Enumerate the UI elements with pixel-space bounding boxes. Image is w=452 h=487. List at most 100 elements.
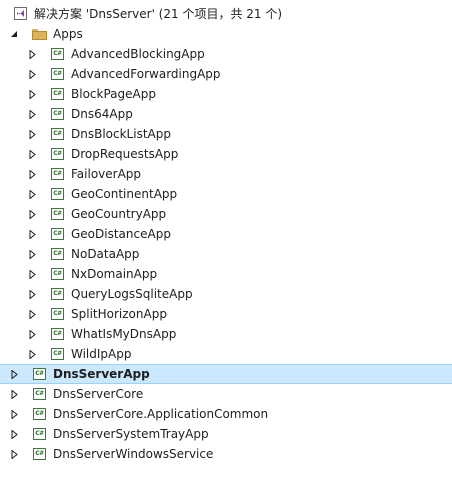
project-node-advancedforwardingapp[interactable]: C# AdvancedForwardingApp xyxy=(0,64,452,84)
csharp-project-icon: C# xyxy=(32,386,48,402)
csharp-icon-text: C# xyxy=(51,328,64,340)
csharp-project-icon: C# xyxy=(50,346,66,362)
csharp-icon-text: C# xyxy=(51,108,64,120)
project-label: GeoDistanceApp xyxy=(71,227,171,241)
project-node-dnsservercore-applicationcommon[interactable]: C# DnsServerCore.ApplicationCommon xyxy=(0,404,452,424)
apps-list: C# AdvancedBlockingApp C# AdvancedForwar… xyxy=(0,44,452,364)
collapsed-chevron-icon[interactable] xyxy=(8,444,20,464)
project-node-advancedblockingapp[interactable]: C# AdvancedBlockingApp xyxy=(0,44,452,64)
project-label: DnsServerWindowsService xyxy=(53,447,214,461)
expanded-chevron-icon[interactable] xyxy=(8,24,20,44)
csharp-icon-text: C# xyxy=(33,408,46,420)
project-label: GeoContinentApp xyxy=(71,187,178,201)
csharp-icon-text: C# xyxy=(33,368,46,380)
collapsed-chevron-icon[interactable] xyxy=(26,164,38,184)
project-node-wildipapp[interactable]: C# WildIpApp xyxy=(0,344,452,364)
collapsed-chevron-icon[interactable] xyxy=(26,104,38,124)
project-node-droprequestsapp[interactable]: C# DropRequestsApp xyxy=(0,144,452,164)
collapsed-chevron-icon[interactable] xyxy=(26,64,38,84)
project-node-dnsserversystemtrayapp[interactable]: C# DnsServerSystemTrayApp xyxy=(0,424,452,444)
csharp-project-icon: C# xyxy=(32,366,48,382)
csharp-icon-text: C# xyxy=(51,208,64,220)
project-label: WhatIsMyDnsApp xyxy=(71,327,177,341)
collapsed-chevron-icon[interactable] xyxy=(26,124,38,144)
collapsed-chevron-icon[interactable] xyxy=(8,404,20,424)
project-label: BlockPageApp xyxy=(71,87,156,101)
collapsed-chevron-icon[interactable] xyxy=(26,244,38,264)
csharp-project-icon: C# xyxy=(50,46,66,62)
csharp-project-icon: C# xyxy=(50,66,66,82)
folder-label: Apps xyxy=(53,27,83,41)
project-node-nodataapp[interactable]: C# NoDataApp xyxy=(0,244,452,264)
csharp-project-icon: C# xyxy=(50,126,66,142)
project-node-blockpageapp[interactable]: C# BlockPageApp xyxy=(0,84,452,104)
project-node-dnsserverapp[interactable]: C# DnsServerApp xyxy=(0,364,452,384)
collapsed-chevron-icon[interactable] xyxy=(26,184,38,204)
csharp-icon-text: C# xyxy=(51,248,64,260)
project-label: NxDomainApp xyxy=(71,267,158,281)
collapsed-chevron-icon[interactable] xyxy=(26,44,38,64)
csharp-icon-text: C# xyxy=(51,128,64,140)
csharp-project-icon: C# xyxy=(50,146,66,162)
csharp-project-icon: C# xyxy=(50,246,66,262)
csharp-project-icon: C# xyxy=(50,306,66,322)
collapsed-chevron-icon[interactable] xyxy=(26,84,38,104)
csharp-project-icon: C# xyxy=(50,86,66,102)
project-node-failoverapp[interactable]: C# FailoverApp xyxy=(0,164,452,184)
csharp-icon-text: C# xyxy=(51,188,64,200)
csharp-icon-text: C# xyxy=(51,228,64,240)
collapsed-chevron-icon[interactable] xyxy=(8,384,20,404)
collapsed-chevron-icon[interactable] xyxy=(26,144,38,164)
csharp-project-icon: C# xyxy=(50,226,66,242)
collapsed-chevron-icon[interactable] xyxy=(8,424,20,444)
project-label: GeoCountryApp xyxy=(71,207,167,221)
csharp-icon-text: C# xyxy=(33,388,46,400)
project-node-dns64app[interactable]: C# Dns64App xyxy=(0,104,452,124)
csharp-icon-text: C# xyxy=(51,348,64,360)
csharp-icon-text: C# xyxy=(51,48,64,60)
csharp-icon-text: C# xyxy=(51,88,64,100)
folder-node-apps[interactable]: Apps xyxy=(0,24,452,44)
project-label: NoDataApp xyxy=(71,247,140,261)
project-node-dnsservercore[interactable]: C# DnsServerCore xyxy=(0,384,452,404)
project-node-nxdomainapp[interactable]: C# NxDomainApp xyxy=(0,264,452,284)
collapsed-chevron-icon[interactable] xyxy=(26,304,38,324)
project-node-querylogssqliteapp[interactable]: C# QueryLogsSqliteApp xyxy=(0,284,452,304)
project-node-splithorizonapp[interactable]: C# SplitHorizonApp xyxy=(0,304,452,324)
csharp-project-icon: C# xyxy=(32,446,48,462)
project-label: DnsServerSystemTrayApp xyxy=(53,427,209,441)
collapsed-chevron-icon[interactable] xyxy=(26,324,38,344)
project-node-dnsblocklistapp[interactable]: C# DnsBlockListApp xyxy=(0,124,452,144)
collapsed-chevron-icon[interactable] xyxy=(26,284,38,304)
csharp-icon-text: C# xyxy=(51,148,64,160)
project-label: DnsServerApp xyxy=(53,367,150,381)
collapsed-chevron-icon[interactable] xyxy=(26,204,38,224)
solution-node[interactable]: 解决方案 'DnsServer' (21 个项目，共 21 个) xyxy=(0,4,452,24)
project-label: DnsServerCore xyxy=(53,387,144,401)
csharp-icon-text: C# xyxy=(33,448,46,460)
project-label: AdvancedBlockingApp xyxy=(71,47,205,61)
project-node-dnsserverwindowsservice[interactable]: C# DnsServerWindowsService xyxy=(0,444,452,464)
csharp-project-icon: C# xyxy=(50,326,66,342)
csharp-icon-text: C# xyxy=(51,168,64,180)
project-node-geocontinentapp[interactable]: C# GeoContinentApp xyxy=(0,184,452,204)
projects-list: C# DnsServerApp C# DnsServerCore C# DnsS… xyxy=(0,364,452,464)
csharp-icon-text: C# xyxy=(51,308,64,320)
csharp-project-icon: C# xyxy=(50,206,66,222)
project-node-geocountryapp[interactable]: C# GeoCountryApp xyxy=(0,204,452,224)
csharp-project-icon: C# xyxy=(32,426,48,442)
solution-icon xyxy=(14,6,30,22)
csharp-project-icon: C# xyxy=(50,166,66,182)
project-label: DnsServerCore.ApplicationCommon xyxy=(53,407,269,421)
folder-icon xyxy=(32,26,48,42)
project-node-geodistanceapp[interactable]: C# GeoDistanceApp xyxy=(0,224,452,244)
project-label: FailoverApp xyxy=(71,167,142,181)
collapsed-chevron-icon[interactable] xyxy=(26,224,38,244)
project-label: DnsBlockListApp xyxy=(71,127,171,141)
project-label: Dns64App xyxy=(71,107,133,121)
collapsed-chevron-icon[interactable] xyxy=(26,264,38,284)
project-node-whatismydnsapp[interactable]: C# WhatIsMyDnsApp xyxy=(0,324,452,344)
collapsed-chevron-icon[interactable] xyxy=(26,344,38,364)
collapsed-chevron-icon[interactable] xyxy=(8,365,20,383)
csharp-icon-text: C# xyxy=(33,428,46,440)
